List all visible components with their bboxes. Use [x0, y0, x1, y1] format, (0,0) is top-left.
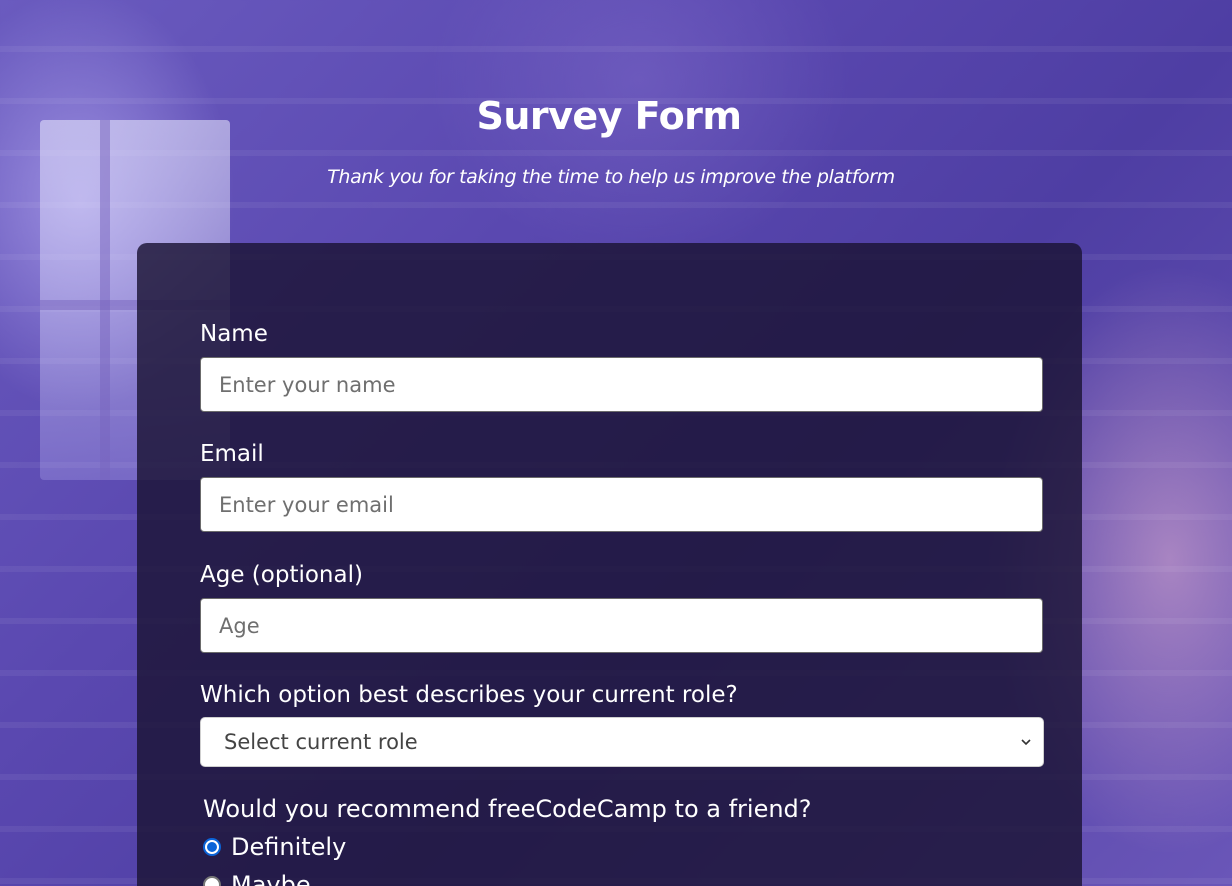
page-subtitle: Thank you for taking the time to help us…	[327, 166, 895, 188]
role-select-value: Select current role	[224, 730, 418, 754]
radio-option-definitely[interactable]: Definitely	[203, 833, 346, 861]
email-input[interactable]	[200, 477, 1043, 532]
role-select[interactable]: Select current role	[200, 717, 1044, 767]
survey-form: Name Email Age (optional) Which option b…	[137, 243, 1082, 886]
recommend-label: Would you recommend freeCodeCamp to a fr…	[203, 795, 812, 823]
chevron-down-icon	[1021, 737, 1031, 747]
page-title: Survey Form	[476, 94, 742, 138]
age-label: Age (optional)	[200, 562, 363, 588]
role-label: Which option best describes your current…	[200, 682, 738, 708]
radio-option-maybe[interactable]: Maybe	[203, 871, 311, 886]
radio-button-maybe[interactable]	[203, 876, 221, 886]
email-label: Email	[200, 441, 264, 467]
name-label: Name	[200, 321, 268, 347]
radio-button-definitely[interactable]	[203, 838, 221, 856]
radio-label-definitely: Definitely	[231, 833, 347, 861]
name-input[interactable]	[200, 357, 1043, 412]
age-input[interactable]	[200, 598, 1043, 653]
radio-label-maybe: Maybe	[231, 871, 311, 886]
